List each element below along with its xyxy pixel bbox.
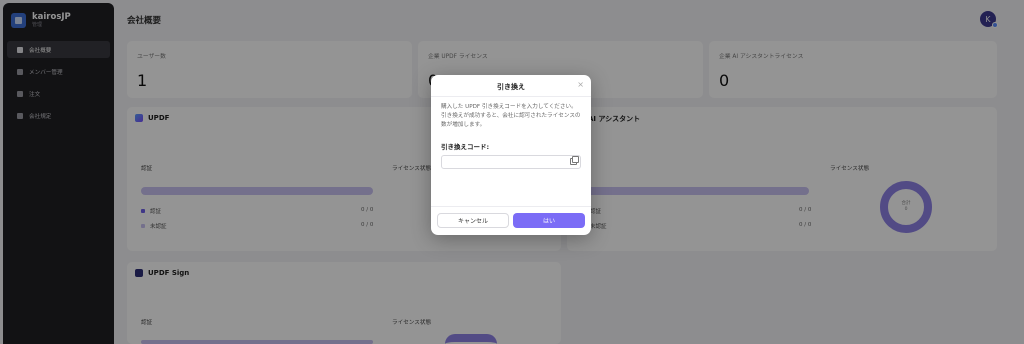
confirm-button[interactable]: はい bbox=[513, 213, 585, 228]
divider bbox=[431, 96, 591, 97]
dialog-title: 引き換え bbox=[497, 83, 525, 91]
dialog-description: 購入した UPDF 引き換えコードを入力してください。引き換えが成功すると、会社… bbox=[441, 104, 581, 128]
close-icon[interactable]: × bbox=[577, 80, 584, 89]
divider bbox=[431, 206, 591, 207]
redeem-code-input[interactable] bbox=[441, 155, 581, 169]
cancel-button[interactable]: キャンセル bbox=[437, 213, 509, 228]
paste-icon[interactable] bbox=[570, 156, 579, 165]
redeem-dialog: 引き換え × 購入した UPDF 引き換えコードを入力してください。引き換えが成… bbox=[431, 75, 591, 235]
redeem-code-label: 引き換えコード: bbox=[441, 143, 490, 151]
